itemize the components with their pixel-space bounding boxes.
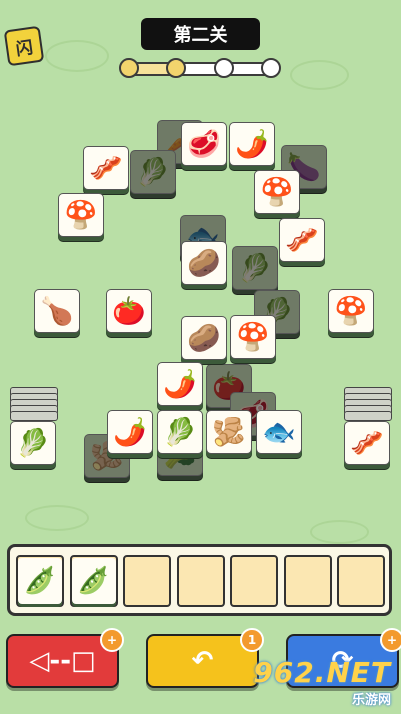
tile-face: 🐟 — [256, 410, 302, 454]
tile-tomato[interactable]: 🍅 — [106, 289, 152, 337]
hint-flash-icon[interactable]: 闪 — [3, 25, 45, 67]
tile-mushroom-shiitake[interactable]: 🍄 — [254, 170, 300, 218]
tile-face: 🥓 — [344, 421, 390, 465]
potato-icon: 🥔 — [187, 322, 221, 354]
tile-face: 🥩 — [181, 122, 227, 166]
tile-enoki-mushroom[interactable]: 🍄 — [58, 193, 104, 241]
tile-bacon[interactable]: 🥓 — [83, 146, 129, 194]
tray-tile-edamame: 🫛 — [18, 558, 62, 604]
progress-dot — [166, 58, 186, 78]
tile-potato[interactable]: 🥔 — [181, 241, 227, 289]
meat-icon: 🥩 — [187, 128, 221, 160]
tile-meat[interactable]: 🥩 — [181, 122, 227, 170]
tile-face: 🍅 — [106, 289, 152, 333]
progress-dot — [214, 58, 234, 78]
stack-right-bacon[interactable]: 🥓 — [344, 421, 390, 469]
drumstick-icon: 🍗 — [40, 295, 74, 327]
chili-icon: 🌶️ — [113, 416, 147, 448]
tile-broccoli: 🥬 — [130, 150, 176, 198]
greens-icon: 🥬 — [238, 252, 272, 284]
move-out-button[interactable]: ◁--□ + — [6, 628, 124, 688]
stack-left-bok-choy[interactable]: 🥬 — [10, 421, 56, 469]
bacon-icon: 🥓 — [89, 152, 123, 184]
watermark-sub: 乐游网 — [351, 693, 391, 708]
level-progress-bar — [123, 62, 279, 76]
stack-card — [10, 411, 58, 421]
tray-slot — [123, 555, 171, 607]
mushroom-shiitake-icon: 🍄 — [236, 321, 270, 353]
tile-face: 🌶️ — [107, 410, 153, 454]
enoki-mushroom-icon: 🍄 — [334, 295, 368, 327]
background-cloud-doodle — [45, 40, 109, 72]
chili-icon: 🌶️ — [235, 128, 269, 160]
tile-potato[interactable]: 🥔 — [181, 316, 227, 364]
level-title: 第二关 — [141, 18, 260, 50]
progress-dot — [261, 58, 281, 78]
tile-greens: 🥬 — [232, 246, 278, 294]
tile-face: 🥔 — [181, 241, 227, 285]
tile-tray: 🫛 🫛 — [7, 544, 392, 616]
tile-drumstick[interactable]: 🍗 — [34, 289, 80, 337]
tile-ginger[interactable]: 🫚 — [206, 410, 252, 458]
undo-button[interactable]: ↶ 1 — [146, 628, 264, 688]
tray-slot — [230, 555, 278, 607]
tray-slot — [283, 555, 332, 607]
tile-bok-choy[interactable]: 🥬 — [157, 410, 203, 458]
site-watermark: 962.NET 乐游网 — [253, 656, 391, 708]
tile-face: 🌶️ — [229, 122, 275, 166]
tomato-icon: 🍅 — [112, 295, 146, 327]
background-cloud-doodle — [25, 505, 89, 531]
tray-slot — [176, 555, 225, 607]
fish-icon: 🐟 — [262, 416, 296, 448]
count-badge: 1 — [240, 628, 264, 652]
tile-fish[interactable]: 🐟 — [256, 410, 302, 458]
tile-chili[interactable]: 🌶️ — [107, 410, 153, 458]
stack-card — [344, 411, 392, 421]
tile-face: 🥓 — [279, 218, 325, 262]
tile-face: 🍄 — [230, 315, 276, 359]
add-badge: + — [380, 628, 401, 652]
tile-face: 🌶️ — [157, 362, 203, 406]
tile-chili[interactable]: 🌶️ — [157, 362, 203, 410]
tile-enoki-mushroom[interactable]: 🍄 — [328, 289, 374, 337]
tile-face: 🍄 — [58, 193, 104, 237]
background-cloud-doodle — [310, 520, 369, 544]
tray-slot: 🫛 — [16, 555, 64, 607]
add-badge: + — [100, 628, 124, 652]
tile-face: 🥬 — [232, 246, 278, 290]
tile-face: 🥬 — [130, 150, 176, 194]
bacon-icon: 🥓 — [285, 224, 319, 256]
undo-icon: ↶ — [191, 646, 214, 676]
broccoli-icon: 🥬 — [136, 156, 170, 188]
tray-slot: 🫛 — [69, 555, 118, 607]
ginger-icon: 🫚 — [212, 416, 246, 448]
tile-bacon[interactable]: 🥓 — [279, 218, 325, 266]
tile-face: 🥬 — [157, 410, 203, 454]
chili-icon: 🌶️ — [163, 368, 197, 400]
watermark-main: 962.NET — [253, 656, 391, 689]
move-out-icon: ◁--□ — [29, 646, 96, 676]
tile-face: 🫚 — [206, 410, 252, 454]
tile-face: 🍄 — [254, 170, 300, 214]
background-cloud-doodle — [290, 60, 349, 90]
potato-icon: 🥔 — [187, 247, 221, 279]
tile-chili[interactable]: 🌶️ — [229, 122, 275, 170]
mushroom-shiitake-icon: 🍄 — [260, 176, 294, 208]
tile-face: 🥔 — [181, 316, 227, 360]
tile-face: 🥬 — [10, 421, 56, 465]
tray-slot — [337, 555, 385, 607]
enoki-mushroom-icon: 🍄 — [64, 199, 98, 231]
progress-dot — [119, 58, 139, 78]
tile-face: 🍄 — [328, 289, 374, 333]
tile-face: 🍗 — [34, 289, 80, 333]
tile-mushroom-shiitake[interactable]: 🍄 — [230, 315, 276, 363]
bok-choy-icon: 🥬 — [163, 416, 197, 448]
tray-tile-edamame: 🫛 — [71, 558, 116, 604]
tile-face: 🥓 — [83, 146, 129, 190]
